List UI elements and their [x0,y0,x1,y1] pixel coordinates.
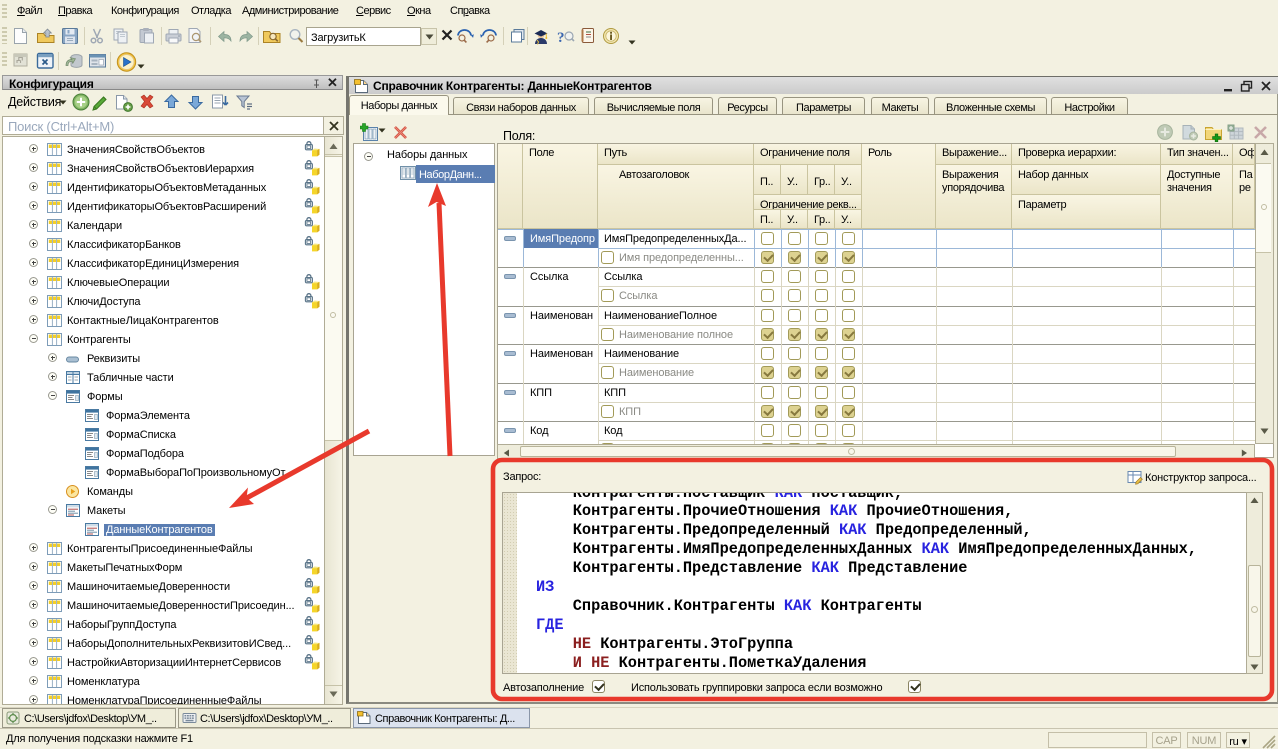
svg-text:?: ? [557,30,564,46]
